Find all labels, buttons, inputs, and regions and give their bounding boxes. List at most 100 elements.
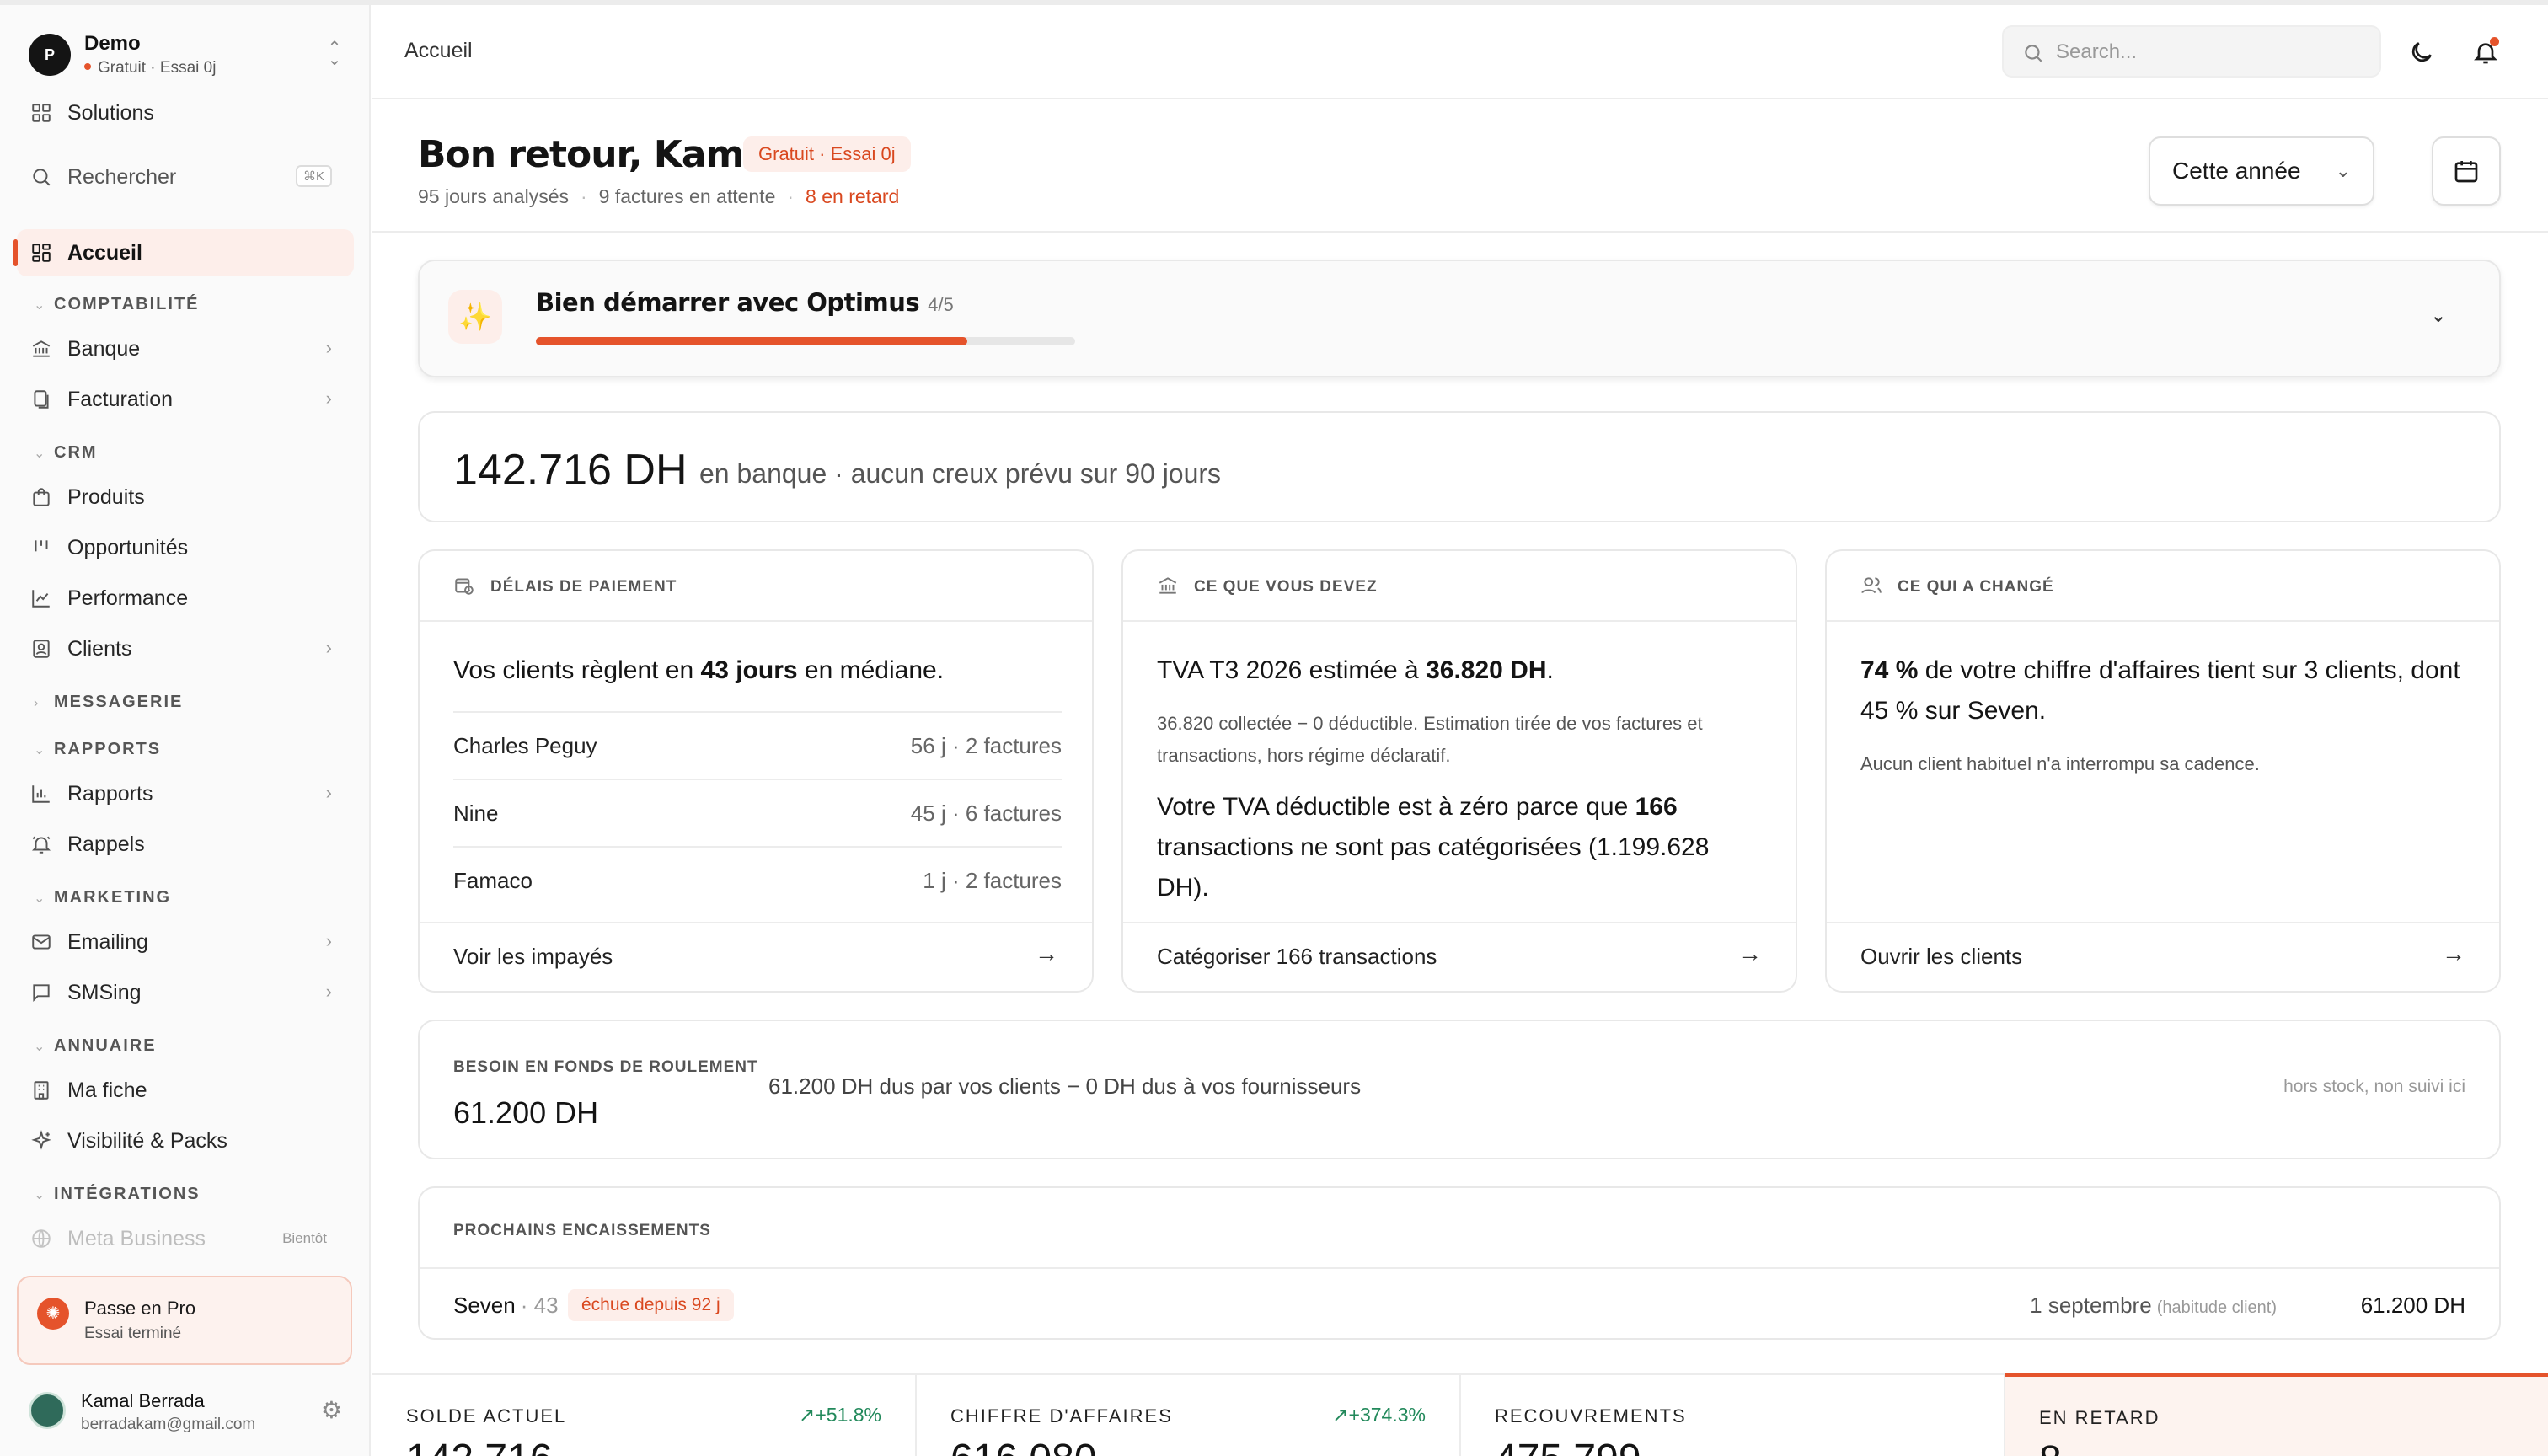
- section-annuaire[interactable]: ⌄ ANNUAIRE: [34, 1036, 157, 1056]
- chevron-right-icon: ›: [325, 782, 332, 803]
- plan-badge: Gratuit · Essai 0j: [743, 136, 911, 172]
- payment-delay-summary: Vos clients règlent en 43 jours en média…: [453, 650, 1062, 691]
- warning-text: Votre TVA déductible est à zéro parce qu…: [1157, 793, 1635, 821]
- sidebar-item-accueil[interactable]: Accueil: [13, 229, 354, 276]
- cadence-note: Aucun client habituel n'a interrompu sa …: [1860, 753, 2260, 774]
- client-name: Seven: [453, 1293, 516, 1318]
- section-integrations[interactable]: ⌄ INTÉGRATIONS: [34, 1185, 201, 1204]
- upcoming-receipts-card: PROCHAINS ENCAISSEMENTS Seven · 43 échue …: [418, 1186, 2501, 1340]
- sidebar-item-rapports[interactable]: Rapports ›: [17, 770, 354, 817]
- chevron-right-icon: ›: [325, 981, 332, 1002]
- upgrade-pro-card[interactable]: ✺ Passe en Pro Essai terminé: [17, 1276, 352, 1365]
- section-rapports[interactable]: ⌄ RAPPORTS: [34, 740, 161, 759]
- receipt-client[interactable]: Seven · 43: [453, 1293, 559, 1319]
- sidebar-search[interactable]: Rechercher ⌘K: [17, 153, 354, 201]
- sidebar-item-ma-fiche[interactable]: Ma fiche: [17, 1067, 354, 1114]
- user-profile[interactable]: Kamal Berrada berradakam@gmail.com ⚙: [29, 1387, 342, 1437]
- kpi-label: SOLDE ACTUEL: [406, 1405, 567, 1427]
- sparkles-icon: [30, 1130, 52, 1152]
- top-bar: Accueil: [372, 5, 2548, 99]
- sidebar-item-produits[interactable]: Produits: [17, 474, 354, 521]
- globe-icon: [30, 1228, 52, 1250]
- date-text: 1 septembre: [2030, 1293, 2152, 1318]
- summary-text: Vos clients règlent en: [453, 656, 701, 684]
- onboarding-title: Bien démarrer avec Optimus 4/5: [536, 288, 954, 317]
- list-item[interactable]: Famaco 1 j · 2 factures: [453, 846, 1062, 913]
- calendar-icon: [2454, 161, 2478, 183]
- search-icon: [30, 166, 52, 188]
- sidebar-item-facturation[interactable]: Facturation ›: [17, 376, 354, 423]
- bell-ring-icon: [30, 833, 52, 855]
- theme-toggle-button[interactable]: [2405, 35, 2438, 69]
- sidebar-item-emailing[interactable]: Emailing ›: [17, 918, 354, 966]
- sidebar-item-solutions[interactable]: Solutions: [17, 89, 354, 136]
- chevron-down-icon: ⌄: [34, 298, 47, 313]
- search-input[interactable]: [2056, 37, 2359, 67]
- notifications-button[interactable]: [2469, 35, 2502, 69]
- chevron-up-down-icon: ⌃ ⌄: [327, 39, 342, 69]
- breadcrumb[interactable]: Accueil: [404, 39, 473, 63]
- sidebar-item-opportunites[interactable]: Opportunités: [17, 524, 354, 571]
- section-comptabilite[interactable]: ⌄ COMPTABILITÉ: [34, 295, 200, 314]
- overdue-badge: échue depuis 92 j: [568, 1289, 734, 1321]
- view-unpaid-link[interactable]: Voir les impayés →: [420, 922, 1092, 991]
- sidebar-item-label: Rappels: [67, 832, 145, 856]
- working-capital-note: hors stock, non suivi ici: [2283, 1077, 2465, 1096]
- kpi-solde-actuel[interactable]: SOLDE ACTUEL ↗+51.8% 142.716: [372, 1375, 917, 1456]
- sidebar-item-banque[interactable]: Banque ›: [17, 325, 354, 372]
- open-clients-link[interactable]: Ouvrir les clients →: [1827, 922, 2499, 991]
- onboarding-progress-count: 4/5: [928, 294, 954, 315]
- avatar: [29, 1392, 66, 1429]
- list-item[interactable]: Charles Peguy 56 j · 2 factures: [453, 711, 1062, 779]
- main-content: Bon retour, Kamal Gratuit · Essai 0j 95 …: [372, 99, 2548, 1456]
- late-invoices[interactable]: 8 en retard: [806, 185, 899, 207]
- card-label: PROCHAINS ENCAISSEMENTS: [453, 1222, 711, 1239]
- section-label: COMPTABILITÉ: [54, 295, 200, 313]
- client-name: Nine: [453, 800, 499, 826]
- kpi-recouvrements[interactable]: RECOUVREMENTS 475.799: [1461, 1375, 2005, 1456]
- workspace-switcher[interactable]: P Demo Gratuit · Essai 0j ⌃ ⌄: [29, 29, 342, 84]
- kpi-value: 8: [2039, 1437, 2062, 1456]
- sidebar-item-label: Rapports: [67, 781, 153, 806]
- vat-amount: 36.820 DH: [1426, 656, 1547, 684]
- separator-dot: ·: [581, 185, 587, 207]
- sidebar-item-visibilite[interactable]: Visibilité & Packs: [17, 1117, 354, 1164]
- kpi-en-retard[interactable]: EN RETARD 8: [2005, 1373, 2548, 1456]
- bank-balance-card: 142.716 DH en banque · aucun creux prévu…: [418, 411, 2501, 522]
- workspace-plan: Gratuit · Essai 0j: [84, 59, 216, 78]
- chevron-down-icon[interactable]: ⌄: [2430, 303, 2447, 328]
- section-marketing[interactable]: ⌄ MARKETING: [34, 888, 171, 907]
- plan-status-dot: [84, 62, 91, 70]
- card-header: CE QUI A CHANGÉ: [1827, 551, 2499, 622]
- upgrade-title: Passe en Pro: [84, 1298, 196, 1319]
- sidebar-item-smsing[interactable]: SMSing ›: [17, 969, 354, 1016]
- card-label: BESOIN EN FONDS DE ROULEMENT: [453, 1058, 758, 1076]
- kpi-label: CHIFFRE D'AFFAIRES: [950, 1405, 1173, 1427]
- section-messagerie[interactable]: › MESSAGERIE: [34, 693, 183, 712]
- sidebar: P Demo Gratuit · Essai 0j ⌃ ⌄ Solutions R…: [0, 5, 371, 1456]
- kpi-chiffre-affaires[interactable]: CHIFFRE D'AFFAIRES ↗+374.3% 616.080: [917, 1375, 1461, 1456]
- sidebar-item-performance[interactable]: Performance: [17, 575, 354, 622]
- sidebar-item-clients[interactable]: Clients ›: [17, 625, 354, 672]
- moon-icon: [2412, 42, 2432, 62]
- vat-estimate: TVA T3 2026 estimée à 36.820 DH.: [1157, 650, 1765, 691]
- chevron-right-icon: ›: [34, 696, 40, 710]
- card-footer-label: Ouvrir les clients: [1860, 944, 2023, 969]
- onboarding-progress-fill: [536, 337, 967, 345]
- sidebar-item-rappels[interactable]: Rappels: [17, 821, 354, 868]
- summary-text: de votre chiffre d'affaires tient sur 3 …: [1860, 656, 2460, 725]
- period-select[interactable]: Cette année ⌄: [2149, 136, 2374, 206]
- coming-soon-badge: Bientôt: [282, 1230, 327, 1246]
- invoice-icon: [30, 388, 52, 410]
- categorize-transactions-link[interactable]: Catégoriser 166 transactions →: [1123, 922, 1796, 991]
- calendar-button[interactable]: [2432, 136, 2501, 206]
- notification-dot: [2490, 37, 2499, 46]
- onboarding-card[interactable]: ✨ Bien démarrer avec Optimus 4/5 ⌄: [418, 260, 2501, 377]
- section-crm[interactable]: ⌄ CRM: [34, 443, 98, 463]
- list-item[interactable]: Nine 45 j · 6 factures: [453, 779, 1062, 846]
- summary-text: .: [1546, 656, 1554, 684]
- global-search[interactable]: [2002, 25, 2381, 78]
- section-label: ANNUAIRE: [54, 1036, 157, 1055]
- payment-delays-card: DÉLAIS DE PAIEMENT Vos clients règlent e…: [418, 549, 1094, 993]
- gear-icon[interactable]: ⚙: [321, 1399, 342, 1422]
